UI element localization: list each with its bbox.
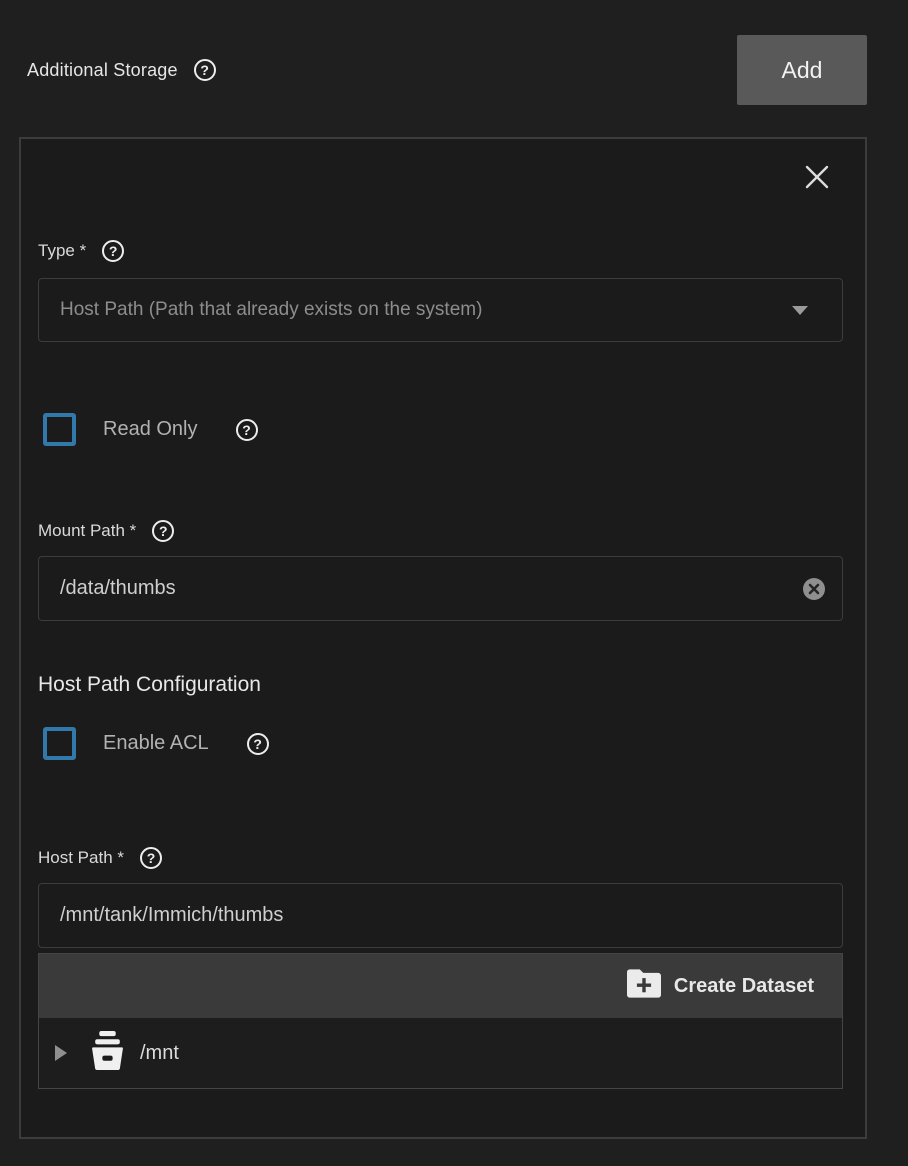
- section-title: Additional Storage: [27, 60, 178, 81]
- help-icon[interactable]: ?: [194, 59, 216, 81]
- add-button[interactable]: Add: [737, 35, 867, 105]
- help-icon[interactable]: ?: [140, 847, 162, 869]
- type-select[interactable]: Host Path (Path that already exists on t…: [38, 278, 843, 342]
- read-only-label: Read Only: [103, 418, 198, 441]
- help-icon[interactable]: ?: [152, 520, 174, 542]
- dataset-browser: Create Dataset /mnt: [38, 953, 843, 1089]
- type-label: Type *: [38, 241, 86, 261]
- folder-plus-icon: [627, 969, 661, 1004]
- mount-path-label: Mount Path *: [38, 521, 136, 541]
- storage-entry-card: Type * ? Host Path (Path that already ex…: [19, 137, 867, 1139]
- clear-circle-icon: [802, 589, 826, 604]
- enable-acl-label: Enable ACL: [103, 732, 209, 755]
- help-icon[interactable]: ?: [236, 419, 258, 441]
- host-path-field-box: [38, 883, 843, 948]
- mount-path-field-box: [38, 556, 843, 621]
- read-only-checkbox[interactable]: [43, 413, 76, 446]
- host-path-configuration-heading: Host Path Configuration: [38, 673, 843, 697]
- create-dataset-label: Create Dataset: [674, 975, 814, 998]
- tree-node-label: /mnt: [140, 1042, 179, 1065]
- type-selected-value: Host Path (Path that already exists on t…: [60, 299, 482, 321]
- mount-path-input[interactable]: [60, 577, 802, 600]
- chevron-down-icon: [792, 306, 808, 315]
- close-icon: [803, 179, 831, 194]
- dataset-tree: /mnt: [39, 1018, 842, 1088]
- host-path-label: Host Path *: [38, 848, 124, 868]
- close-button[interactable]: [803, 163, 831, 191]
- help-icon[interactable]: ?: [102, 240, 124, 262]
- dataset-icon: [89, 1031, 126, 1075]
- create-dataset-button[interactable]: Create Dataset: [621, 968, 820, 1005]
- host-path-input[interactable]: [60, 904, 826, 927]
- enable-acl-checkbox[interactable]: [43, 727, 76, 760]
- expand-arrow-icon[interactable]: [55, 1045, 67, 1061]
- help-icon[interactable]: ?: [247, 733, 269, 755]
- additional-storage-header: Additional Storage ? Add: [0, 0, 908, 105]
- tree-row-mnt[interactable]: /mnt: [39, 1018, 842, 1088]
- clear-mount-path-button[interactable]: [802, 577, 826, 601]
- dataset-browser-toolbar: Create Dataset: [39, 954, 842, 1018]
